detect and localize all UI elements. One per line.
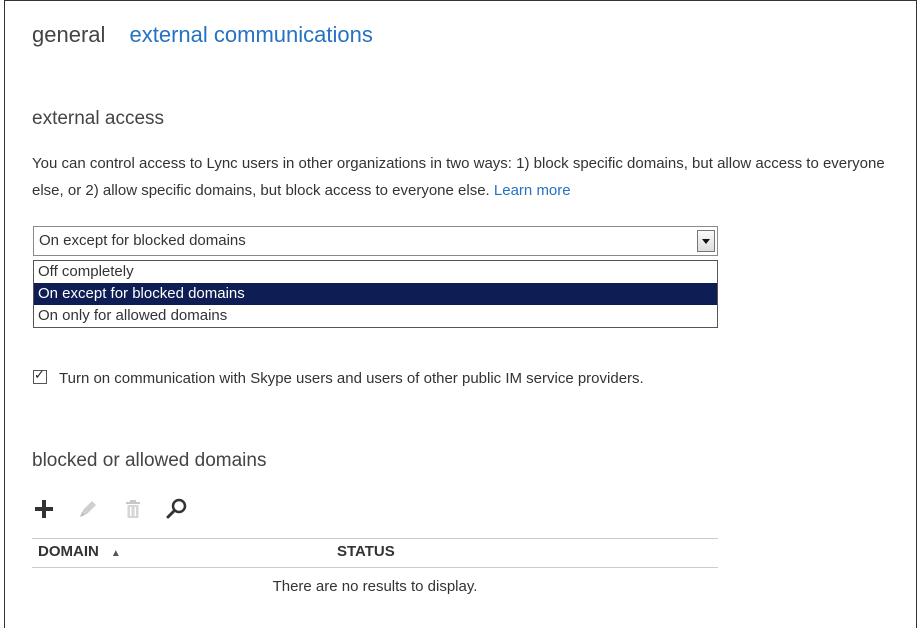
tab-bar: general external communications (32, 22, 391, 48)
description-text: You can control access to Lync users in … (32, 155, 885, 199)
access-mode-select[interactable]: On except for blocked domains (33, 226, 718, 256)
column-header-domain[interactable]: DOMAIN ▲ (38, 543, 121, 560)
sort-ascending-icon: ▲ (110, 548, 121, 559)
add-icon[interactable] (32, 497, 56, 521)
column-header-status[interactable]: STATUS (337, 543, 395, 560)
delete-icon[interactable] (121, 497, 145, 521)
column-domain-label: DOMAIN (38, 543, 99, 560)
external-access-heading: external access (32, 108, 165, 129)
tab-general[interactable]: general (32, 22, 105, 48)
table-header: DOMAIN ▲ STATUS (32, 538, 718, 568)
skype-checkbox[interactable] (33, 367, 47, 385)
access-mode-selected-value: On except for blocked domains (39, 232, 246, 249)
chevron-down-icon[interactable] (697, 230, 715, 252)
skype-checkbox-row: Turn on communication with Skype users a… (33, 367, 644, 387)
option-off-completely[interactable]: Off completely (34, 261, 717, 283)
option-on-except-blocked[interactable]: On except for blocked domains (34, 283, 717, 305)
tab-external-communications[interactable]: external communications (130, 22, 373, 48)
domains-toolbar (32, 497, 205, 527)
search-icon[interactable] (165, 497, 189, 521)
access-mode-dropdown: Off completely On except for blocked dom… (33, 260, 718, 328)
edit-icon[interactable] (76, 497, 100, 521)
external-access-description: You can control access to Lync users in … (32, 150, 907, 204)
skype-checkbox-label: Turn on communication with Skype users a… (59, 370, 644, 387)
empty-results-message: There are no results to display. (272, 578, 478, 595)
learn-more-link[interactable]: Learn more (494, 182, 571, 199)
option-on-only-allowed[interactable]: On only for allowed domains (34, 305, 717, 327)
domains-heading: blocked or allowed domains (32, 450, 267, 471)
domains-table: DOMAIN ▲ STATUS There are no results to d… (32, 538, 718, 595)
